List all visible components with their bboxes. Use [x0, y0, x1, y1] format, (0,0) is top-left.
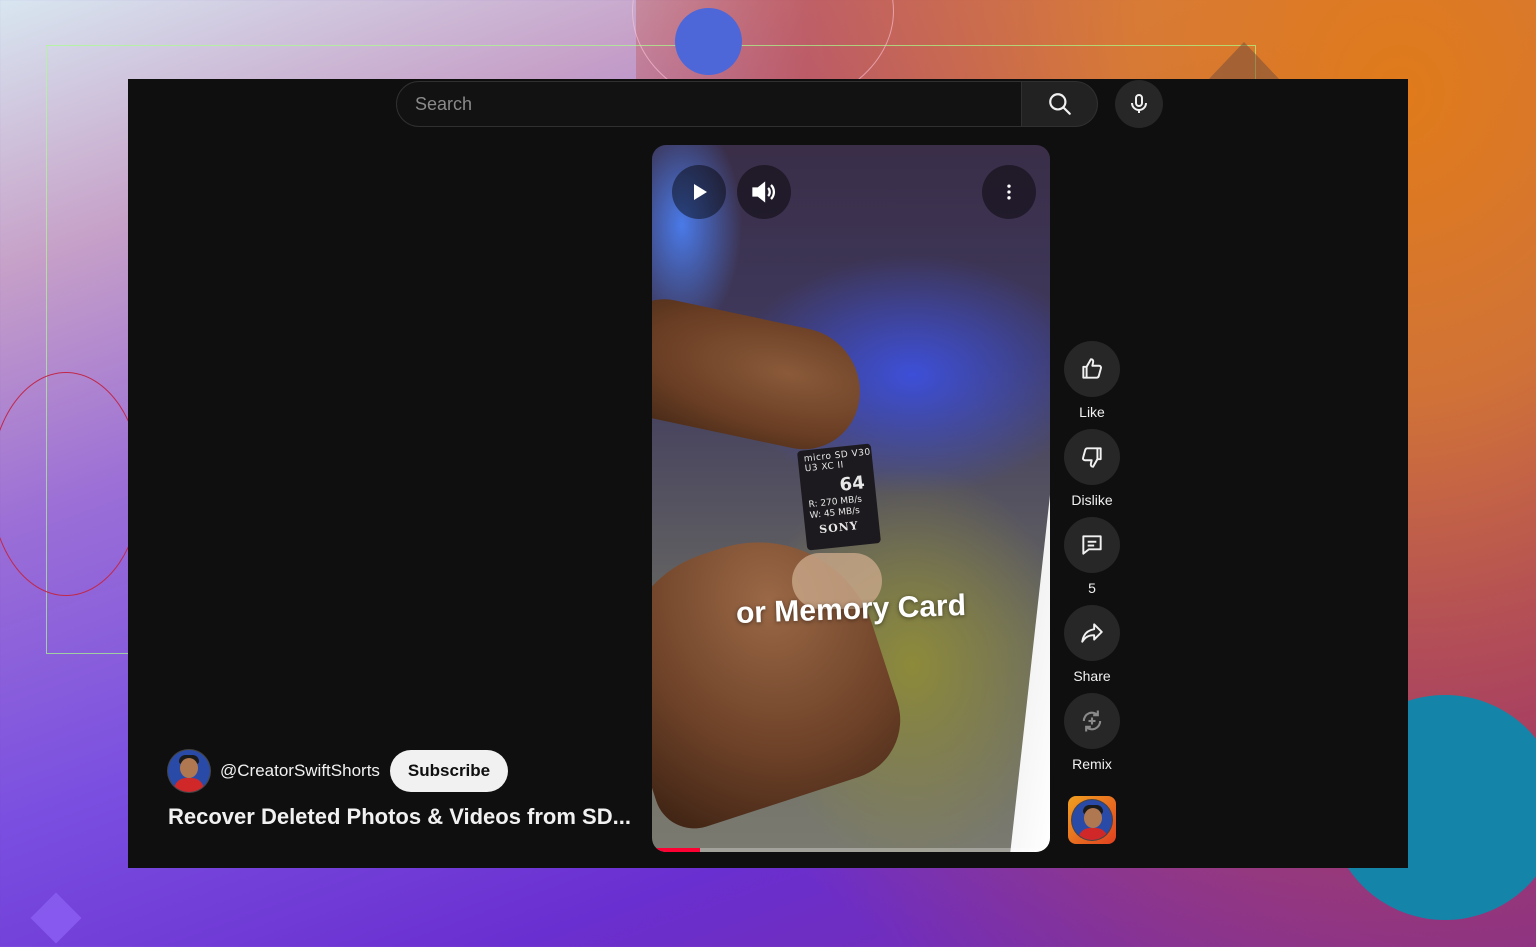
video-frame-finger — [652, 290, 872, 460]
channel-info: @CreatorSwiftShorts Subscribe — [168, 750, 509, 792]
sd-card-speeds: R: 270 MB/s W: 45 MB/s — [808, 495, 864, 522]
remix-button[interactable] — [1064, 693, 1120, 749]
comments-button[interactable] — [1064, 517, 1120, 573]
short-title[interactable]: Recover Deleted Photos & Videos from SD.… — [168, 804, 638, 830]
share-label: Share — [1073, 668, 1111, 684]
search-icon — [1048, 93, 1071, 115]
dislike-action: Dislike — [1064, 429, 1120, 510]
remix-label: Remix — [1072, 756, 1112, 772]
video-frame-glare — [1010, 495, 1050, 852]
comments-action: 5 — [1064, 517, 1120, 598]
volume-button[interactable] — [737, 165, 791, 219]
more-vert-icon — [1007, 184, 1011, 200]
search-input[interactable] — [397, 92, 1021, 116]
action-bar: Like Dislike 5 Share Remix — [1064, 341, 1120, 781]
thumbs-up-icon — [1082, 358, 1102, 379]
channel-handle[interactable]: @CreatorSwiftShorts — [220, 761, 380, 781]
audio-source-avatar — [1072, 800, 1112, 840]
more-options-button[interactable] — [982, 165, 1036, 219]
subscribe-button[interactable]: Subscribe — [389, 750, 509, 792]
dislike-button[interactable] — [1064, 429, 1120, 485]
like-action: Like — [1064, 341, 1120, 422]
comments-count: 5 — [1088, 580, 1096, 596]
video-progress-fill — [652, 848, 700, 852]
background-blue-circle — [675, 8, 742, 75]
search-button[interactable] — [1022, 81, 1098, 127]
thumbs-down-icon — [1082, 447, 1102, 468]
video-frame-sd-card: micro SD V30 U3 XC II 64 R: 270 MB/s W: … — [796, 443, 882, 551]
like-label: Like — [1079, 404, 1105, 420]
comment-icon — [1082, 535, 1102, 555]
share-action: Share — [1064, 605, 1120, 686]
channel-avatar[interactable] — [168, 750, 210, 792]
play-button[interactable] — [672, 165, 726, 219]
play-icon — [694, 184, 707, 200]
audio-source-thumbnail[interactable] — [1068, 796, 1116, 844]
video-frame-thumb — [652, 511, 916, 839]
share-button[interactable] — [1064, 605, 1120, 661]
mic-icon — [1131, 94, 1147, 113]
volume-icon — [752, 181, 776, 203]
remix-icon — [1082, 710, 1102, 732]
youtube-shorts-window: micro SD V30 U3 XC II 64 R: 270 MB/s W: … — [128, 79, 1408, 868]
sd-card-brand: SONY — [818, 519, 860, 537]
dislike-label: Dislike — [1071, 492, 1113, 508]
background-triangle — [1208, 42, 1280, 80]
voice-search-button[interactable] — [1115, 80, 1163, 128]
background-diamond — [30, 892, 82, 944]
like-button[interactable] — [1064, 341, 1120, 397]
video-progress-bar[interactable] — [652, 848, 1050, 852]
short-video-player[interactable]: micro SD V30 U3 XC II 64 R: 270 MB/s W: … — [652, 145, 1050, 852]
share-icon — [1081, 623, 1103, 643]
sd-card-capacity: 64 — [838, 472, 866, 496]
search-box[interactable] — [396, 81, 1022, 127]
remix-action: Remix — [1064, 693, 1120, 774]
